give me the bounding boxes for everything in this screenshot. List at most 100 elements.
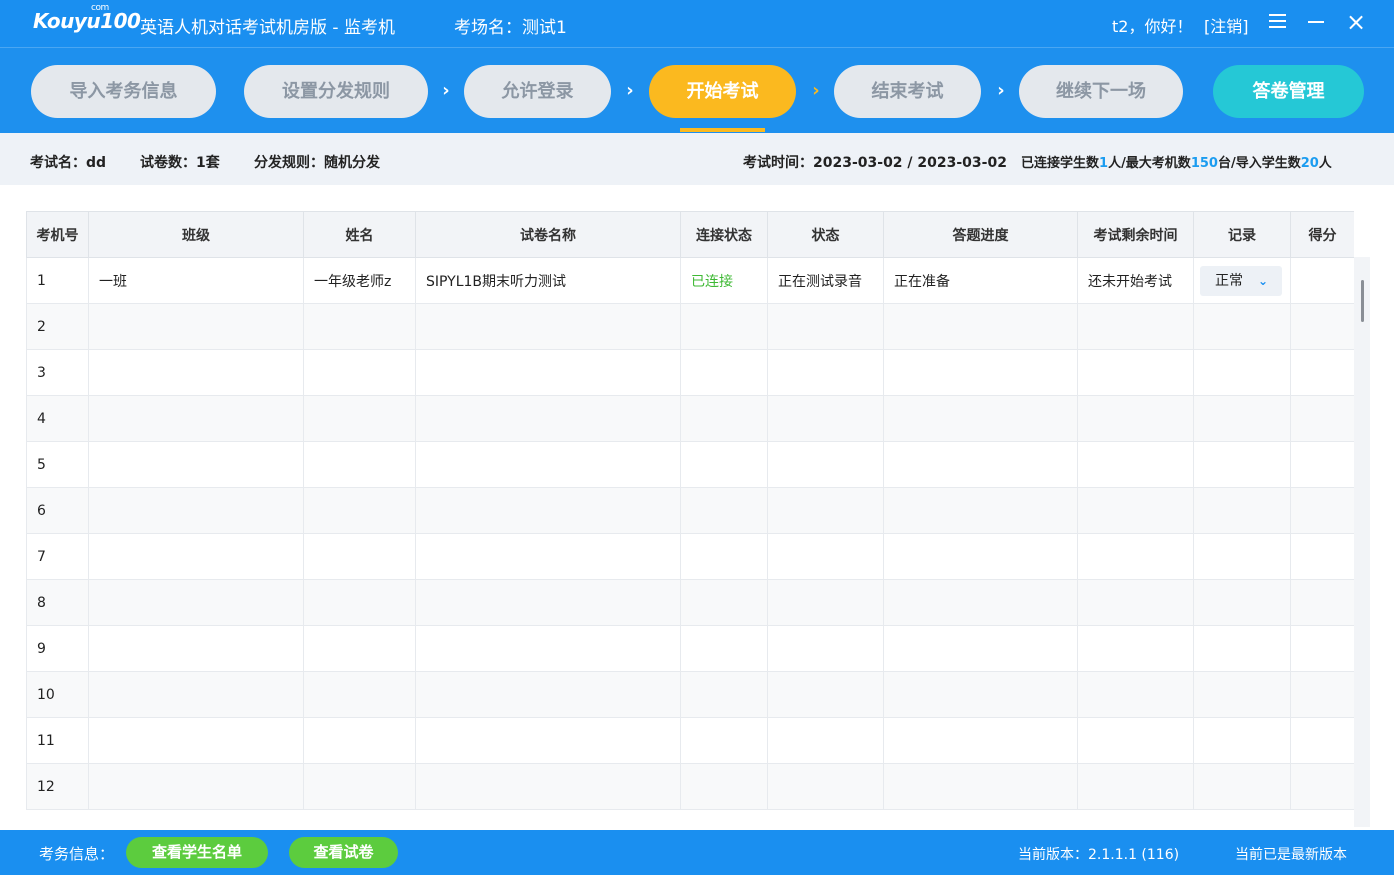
cell-record (1193, 441, 1291, 488)
table-row[interactable]: 8 (26, 579, 1354, 626)
table-row[interactable]: 5 (26, 441, 1354, 488)
cell-record (1193, 717, 1291, 764)
cell-remaining-time (1077, 349, 1194, 396)
table-row[interactable]: 10 (26, 671, 1354, 718)
close-icon[interactable]: × (1346, 8, 1366, 36)
cell-machine-no: 5 (26, 441, 89, 488)
col-name: 姓名 (303, 211, 416, 258)
user-greeting: t2，你好！ (1112, 17, 1193, 36)
cell-record (1193, 579, 1291, 626)
cell-connection (680, 487, 768, 534)
table-row[interactable]: 6 (26, 487, 1354, 534)
version-label: 当前版本：2.1.1.1 (116) (1018, 847, 1180, 863)
table-scrollbar[interactable] (1354, 257, 1370, 827)
cell-progress (883, 395, 1078, 442)
cell-paper (415, 441, 681, 488)
cell-class (88, 717, 304, 764)
table-row[interactable]: 4 (26, 395, 1354, 442)
cell-progress (883, 441, 1078, 488)
exam-name: 考试名：dd (30, 155, 107, 171)
table-row[interactable]: 3 (26, 349, 1354, 396)
minimize-icon[interactable] (1308, 21, 1324, 23)
col-paper: 试卷名称 (415, 211, 681, 258)
cell-paper (415, 671, 681, 718)
chevron-right-icon: › (626, 80, 634, 101)
cell-score (1290, 349, 1354, 396)
cell-name: 一年级老师z (303, 257, 416, 304)
table-row[interactable]: 1 一班 一年级老师z SIPYL1B期末听力测试 已连接 正在测试录音 正在准备 还未开始考… (26, 257, 1354, 304)
cell-record (1193, 303, 1291, 350)
step-end-exam[interactable]: 结束考试 (834, 65, 981, 118)
cell-progress (883, 579, 1078, 626)
view-student-list-button[interactable]: 查看学生名单 (126, 837, 268, 868)
cell-remaining-time: 还未开始考试 (1077, 257, 1194, 304)
table-row[interactable]: 7 (26, 533, 1354, 580)
col-score: 得分 (1290, 211, 1354, 258)
logout-link[interactable]: [注销] (1204, 13, 1249, 37)
cell-status (767, 671, 884, 718)
cell-progress: 正在准备 (883, 257, 1078, 304)
step-bar: 导入考务信息 设置分发规则 › 允许登录 › 开始考试 › 结束考试 › 继续下… (0, 47, 1394, 133)
col-machine-no: 考机号 (26, 211, 89, 258)
col-status: 状态 (767, 211, 884, 258)
col-remaining-time: 考试剩余时间 (1077, 211, 1194, 258)
cell-status (767, 395, 884, 442)
cell-name (303, 441, 416, 488)
step-allow-login[interactable]: 允许登录 (464, 65, 611, 118)
cell-status (767, 441, 884, 488)
student-table: 考机号 班级 姓名 试卷名称 连接状态 状态 答题进度 考试剩余时间 记录 得分… (26, 211, 1354, 826)
cell-connection (680, 763, 768, 810)
menu-icon[interactable] (1269, 14, 1286, 30)
cell-paper (415, 763, 681, 810)
cell-remaining-time (1077, 671, 1194, 718)
cell-class (88, 441, 304, 488)
cell-status (767, 487, 884, 534)
col-connection: 连接状态 (680, 211, 768, 258)
cell-connection (680, 533, 768, 580)
table-row[interactable]: 11 (26, 717, 1354, 764)
cell-paper (415, 533, 681, 580)
cell-connection (680, 579, 768, 626)
cell-status (767, 625, 884, 672)
cell-class (88, 579, 304, 626)
cell-score (1290, 257, 1354, 304)
cell-name (303, 625, 416, 672)
cell-connection (680, 395, 768, 442)
cell-score (1290, 763, 1354, 810)
view-papers-button[interactable]: 查看试卷 (289, 837, 398, 868)
cell-remaining-time (1077, 625, 1194, 672)
step-next-session[interactable]: 继续下一场 (1019, 65, 1183, 118)
cell-machine-no: 7 (26, 533, 89, 580)
table-row[interactable]: 9 (26, 625, 1354, 672)
table-header: 考机号 班级 姓名 试卷名称 连接状态 状态 答题进度 考试剩余时间 记录 得分 (26, 211, 1354, 258)
record-dropdown[interactable]: 正常 ⌄ (1200, 265, 1282, 296)
cell-paper (415, 349, 681, 396)
table-scrollbar-thumb[interactable] (1361, 280, 1364, 322)
col-class: 班级 (88, 211, 304, 258)
cell-paper (415, 303, 681, 350)
step-import-info[interactable]: 导入考务信息 (31, 65, 216, 118)
cell-paper (415, 625, 681, 672)
cell-machine-no: 3 (26, 349, 89, 396)
cell-connection (680, 717, 768, 764)
cell-score (1290, 717, 1354, 764)
table-row[interactable]: 2 (26, 303, 1354, 350)
table-row[interactable]: 12 (26, 763, 1354, 810)
exam-time: 考试时间：2023-03-02 / 2023-03-02 (743, 155, 1007, 171)
cell-score (1290, 303, 1354, 350)
cell-name (303, 717, 416, 764)
step-start-exam[interactable]: 开始考试 (649, 65, 796, 118)
cell-status (767, 579, 884, 626)
cell-connection (680, 441, 768, 488)
latest-version-status: 当前已是最新版本 (1235, 847, 1347, 863)
answer-sheet-manage-button[interactable]: 答卷管理 (1213, 65, 1364, 118)
cell-remaining-time (1077, 395, 1194, 442)
cell-remaining-time (1077, 763, 1194, 810)
cell-remaining-time (1077, 579, 1194, 626)
exam-room-label: 考场名：测试1 (454, 18, 567, 38)
step-set-rules[interactable]: 设置分发规则 (244, 65, 428, 118)
cell-progress (883, 487, 1078, 534)
cell-score (1290, 533, 1354, 580)
chevron-right-icon: › (997, 80, 1005, 101)
cell-record (1193, 395, 1291, 442)
